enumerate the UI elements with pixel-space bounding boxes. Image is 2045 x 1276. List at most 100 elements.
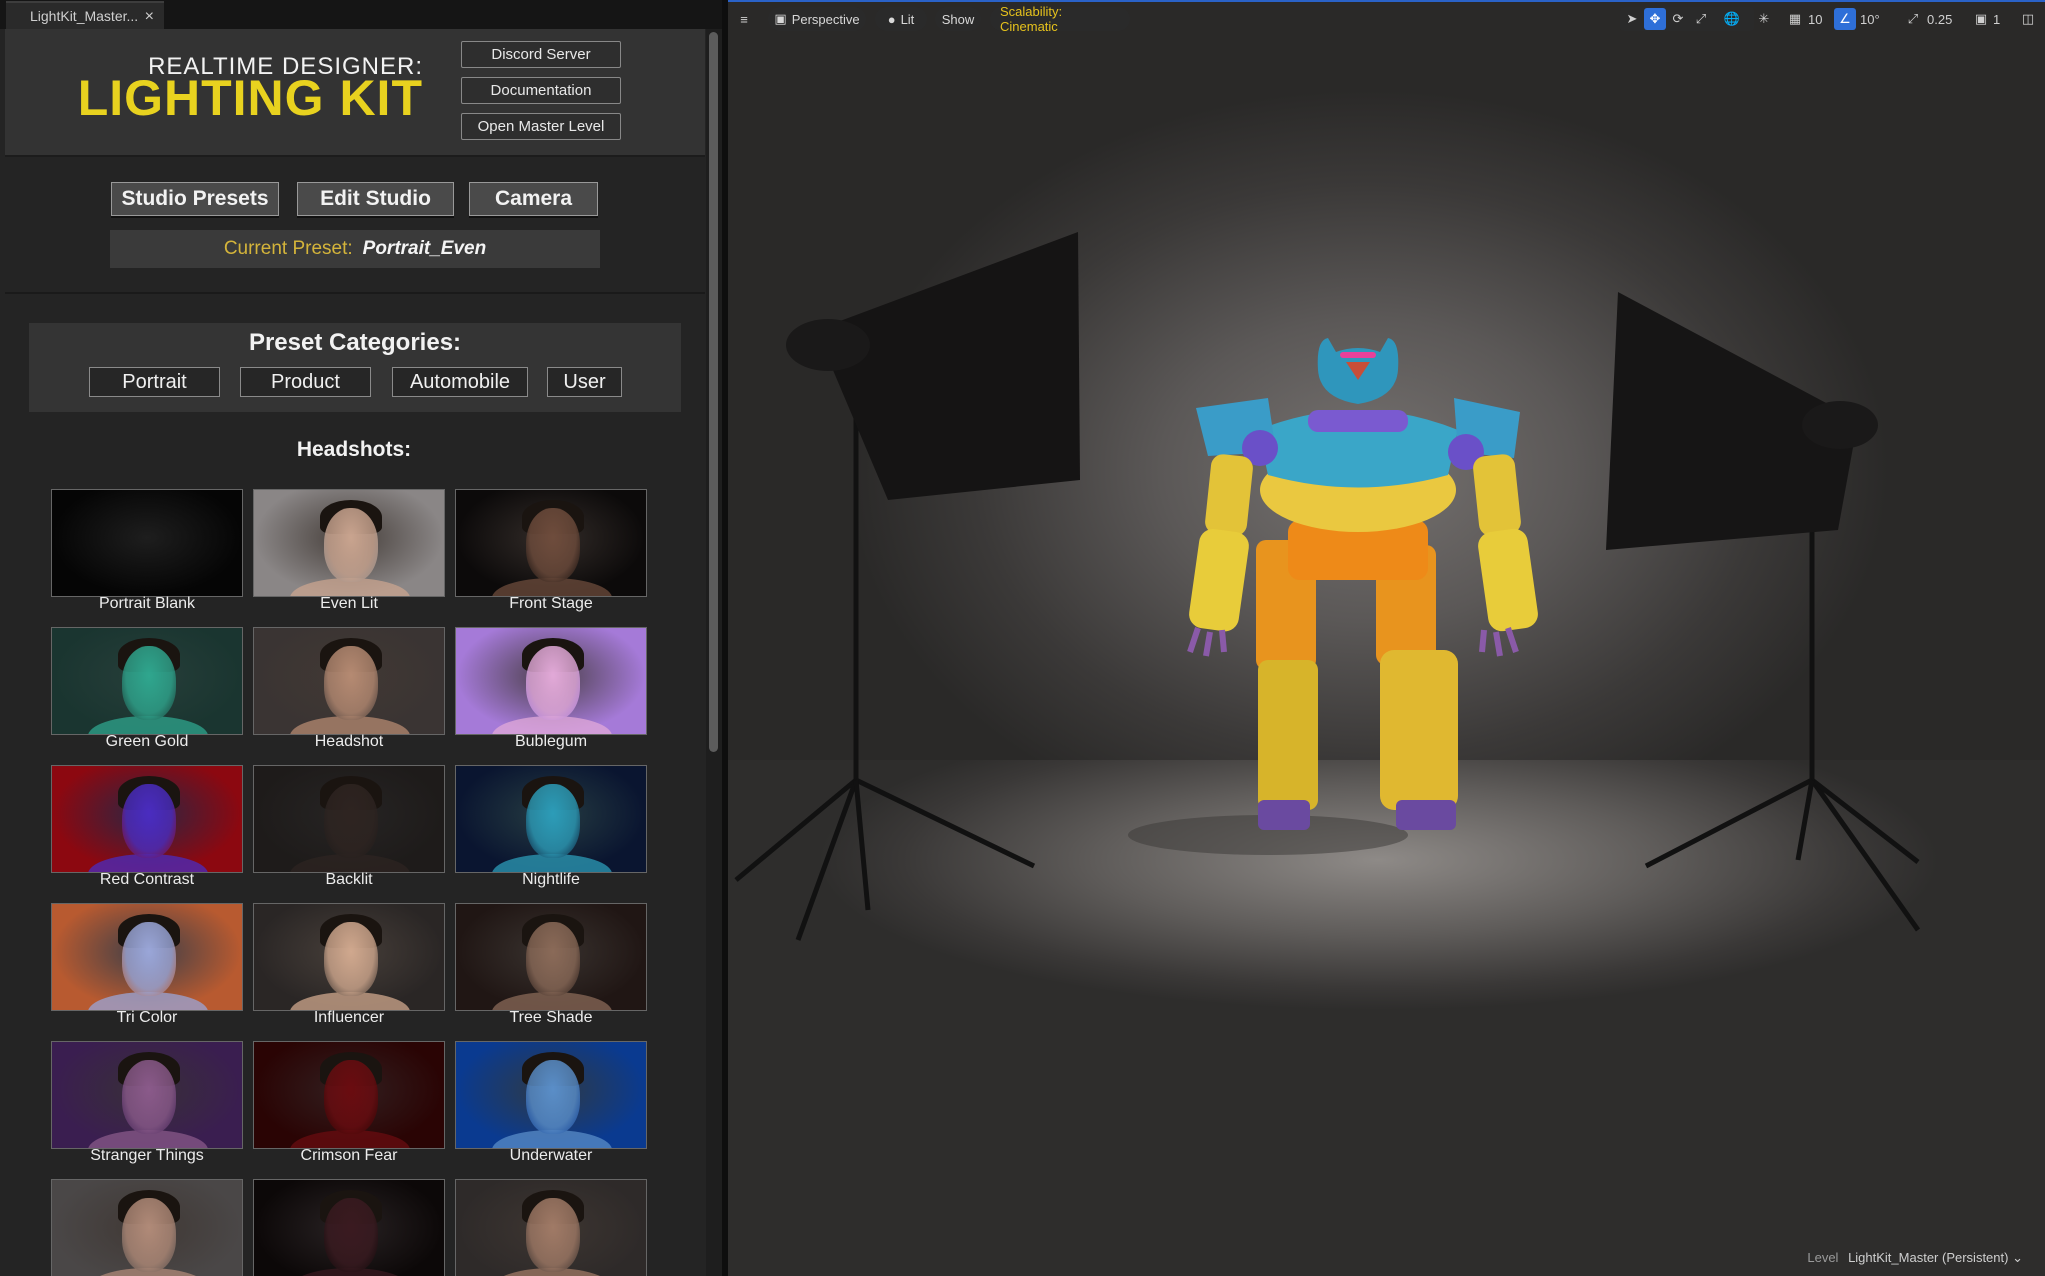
current-level-indicator[interactable]: Level LightKit_Master (Persistent) ⌄ [1807, 1250, 2023, 1266]
preset-thumbnail-front-stage[interactable] [455, 489, 647, 597]
preset-face [122, 1198, 176, 1272]
world-space-icon[interactable]: 🌐 [1721, 8, 1743, 30]
preset-face [324, 1060, 378, 1134]
camera-button[interactable]: Camera [469, 182, 598, 216]
preset-thumbnail-influencer[interactable] [253, 903, 445, 1011]
category-user-button[interactable]: User [547, 367, 622, 397]
edit-studio-button[interactable]: Edit Studio [297, 182, 454, 216]
lighting-kit-panel: LightKit_Master... × REALTIME DESIGNER: … [0, 0, 722, 1276]
chevron-down-icon: ⌄ [2012, 1250, 2023, 1265]
category-portrait-button[interactable]: Portrait [89, 367, 220, 397]
preset-face [526, 922, 580, 996]
preset-label: Tree Shade [509, 1009, 593, 1026]
preset-thumbnail-nightlife[interactable] [455, 765, 647, 873]
preset-thumbnail-preset-17[interactable] [253, 1179, 445, 1276]
perspective-button[interactable]: ▣ Perspective [768, 7, 866, 31]
current-preset-value: Portrait_Even [362, 238, 487, 259]
preset-label: Influencer [313, 1009, 385, 1026]
preset-thumbnail-tree-shade[interactable] [455, 903, 647, 1011]
preset-thumbnail-backlit[interactable] [253, 765, 445, 873]
select-mode-icon[interactable]: ➤ [1621, 8, 1643, 30]
preset-label: Portrait Blank [98, 595, 196, 612]
banner: REALTIME DESIGNER: LIGHTING KIT Discord … [5, 29, 705, 157]
preset-thumbnail-underwater[interactable] [455, 1041, 647, 1149]
preset-categories: Preset Categories: Portrait Product Auto… [29, 323, 681, 412]
preset-label: Green Gold [105, 733, 189, 750]
viewport-menu-icon[interactable]: ≡ [733, 8, 755, 30]
preset-face [526, 1060, 580, 1134]
preset-thumbnail-red-contrast[interactable] [51, 765, 243, 873]
preset-face [324, 784, 378, 858]
brand-title: LIGHTING KIT [77, 70, 423, 126]
scrollbar-thumb[interactable] [709, 32, 718, 752]
scalability-button[interactable]: Scalability: Cinematic [990, 4, 1130, 34]
open-master-level-button[interactable]: Open Master Level [461, 113, 621, 140]
category-product-button[interactable]: Product [240, 367, 371, 397]
rotation-snap-value[interactable]: 10° [1860, 8, 1880, 30]
tab-strip: LightKit_Master... × [0, 0, 722, 29]
preset-thumbnail-stranger-things[interactable] [51, 1041, 243, 1149]
level-viewport[interactable]: ≡ ▣ Perspective ● Lit Show Scalability: … [728, 0, 2045, 1276]
preset-label: Front Stage [509, 595, 593, 612]
preset-thumbnail-tri-color[interactable] [51, 903, 243, 1011]
preset-face [526, 1198, 580, 1272]
robot-character [1128, 338, 1538, 855]
preset-face [526, 508, 580, 582]
preset-label: Crimson Fear [300, 1147, 398, 1164]
preset-face [324, 1198, 378, 1272]
viewport-toolbar: ≡ ▣ Perspective ● Lit Show Scalability: … [728, 4, 2045, 34]
surface-snap-icon[interactable]: ✳ [1753, 8, 1775, 30]
close-icon[interactable]: × [145, 8, 154, 26]
preset-face [526, 784, 580, 858]
preset-label: Nightlife [522, 871, 580, 888]
documentation-button[interactable]: Documentation [461, 77, 621, 104]
preset-thumbnail-green-gold[interactable] [51, 627, 243, 735]
scale-snap-value[interactable]: 0.25 [1927, 8, 1952, 30]
preset-face [122, 1060, 176, 1134]
preset-face [526, 646, 580, 720]
level-value: LightKit_Master (Persistent) [1848, 1250, 2009, 1265]
camera-speed-icon[interactable]: ▣ [1970, 8, 1992, 30]
preset-thumbnail-headshot[interactable] [253, 627, 445, 735]
preset-thumbnail-bublegum[interactable] [455, 627, 647, 735]
grid-snap-icon[interactable]: ▦ [1784, 8, 1806, 30]
level-key: Level [1807, 1250, 1839, 1265]
studio-scene [734, 232, 1921, 941]
preset-categories-title: Preset Categories: [248, 329, 462, 356]
show-button[interactable]: Show [935, 7, 981, 31]
category-automobile-button[interactable]: Automobile [392, 367, 528, 397]
preset-thumbnail-preset-16[interactable] [51, 1179, 243, 1276]
perspective-label: Perspective [791, 11, 860, 27]
preset-label: Underwater [509, 1147, 593, 1164]
preset-face [122, 784, 176, 858]
divider [5, 292, 705, 294]
translate-mode-icon[interactable]: ✥ [1644, 8, 1666, 30]
preset-thumbnail-preset-18[interactable] [455, 1179, 647, 1276]
preset-label: Backlit [325, 871, 373, 888]
preset-thumbnail-crimson-fear[interactable] [253, 1041, 445, 1149]
preset-label: Even Lit [320, 595, 378, 612]
preset-thumbnail-portrait-blank[interactable] [51, 489, 243, 597]
lit-button[interactable]: ● Lit [875, 7, 927, 31]
scale-mode-icon[interactable]: ⤢ [1690, 8, 1712, 30]
studio-presets-button[interactable]: Studio Presets [111, 182, 279, 216]
preset-label: Stranger Things [90, 1147, 204, 1164]
rotate-mode-icon[interactable]: ⟳ [1667, 8, 1689, 30]
lit-sphere-icon: ● [887, 11, 896, 27]
preset-face [122, 646, 176, 720]
preset-label: Bublegum [514, 733, 588, 750]
preset-thumbnail-even-lit[interactable] [253, 489, 445, 597]
viewport-focus-line [728, 0, 2045, 2]
rotation-snap-icon[interactable]: ∠ [1834, 8, 1856, 30]
lit-label: Lit [900, 11, 915, 27]
tab-lightkit-master[interactable]: LightKit_Master... × [6, 1, 164, 29]
cube-icon: ▣ [774, 11, 787, 26]
right-light-head [1802, 401, 1878, 449]
camera-speed-value[interactable]: 1 [1993, 8, 2000, 30]
preset-face [122, 922, 176, 996]
preset-face [324, 922, 378, 996]
discord-server-button[interactable]: Discord Server [461, 41, 621, 68]
maximize-viewport-icon[interactable]: ◫ [2017, 8, 2039, 30]
scale-snap-icon[interactable]: ⤢ [1902, 8, 1924, 30]
grid-snap-value[interactable]: 10 [1808, 8, 1822, 30]
